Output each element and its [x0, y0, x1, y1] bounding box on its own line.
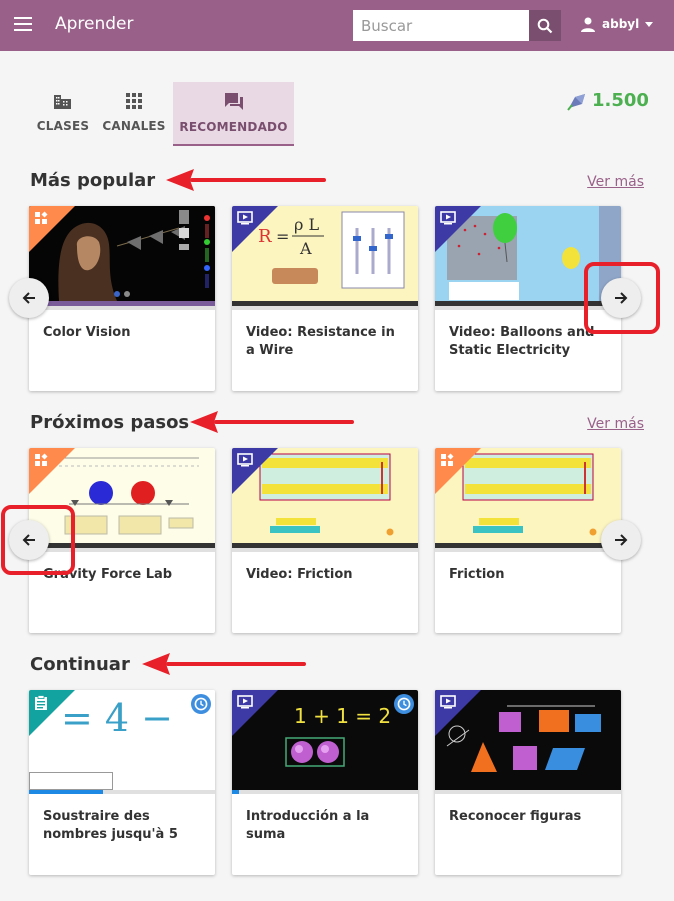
- carousel-next-button[interactable]: [601, 520, 641, 560]
- exercise-icon: [35, 695, 47, 710]
- annotation-highlight: [584, 262, 660, 334]
- card-title: Reconocer figuras: [449, 809, 582, 824]
- channels-icon: [126, 93, 142, 109]
- content-card[interactable]: Color Vision: [29, 206, 215, 391]
- section-title-continue: Continuar: [30, 654, 130, 675]
- answer-box: [29, 772, 113, 790]
- tab-canales-label: CANALES: [102, 119, 166, 133]
- thumbnail-text: = 4 −: [61, 696, 174, 740]
- points-icon: [567, 93, 585, 111]
- app-bar: Aprender abbyl: [0, 0, 674, 51]
- progress-bar: [232, 306, 418, 310]
- progress-bar: [29, 790, 215, 794]
- username: abbyl: [602, 17, 640, 31]
- video-icon: [440, 211, 456, 225]
- tab-clases[interactable]: CLASES: [30, 82, 96, 146]
- content-card[interactable]: Video: Friction: [232, 448, 418, 633]
- clock-icon: [194, 697, 208, 711]
- search-input[interactable]: [353, 10, 529, 41]
- svg-text:ρ L: ρ L: [294, 215, 319, 234]
- carousel-prev-button[interactable]: [9, 278, 49, 318]
- points-display: 1.500: [566, 90, 649, 111]
- svg-text:A: A: [299, 239, 312, 258]
- clock-icon: [397, 697, 411, 711]
- simulation-icon: [441, 453, 454, 466]
- simulation-icon: [35, 211, 48, 224]
- card-title: Introducción a la suma: [246, 809, 370, 842]
- section-title-popular: Más popular: [30, 170, 156, 191]
- user-menu[interactable]: abbyl: [580, 16, 654, 32]
- tab-recomendado-label: RECOMENDADO: [179, 120, 288, 134]
- menu-icon[interactable]: [14, 17, 32, 31]
- card-title: Soustraire des nombres jusqu'à 5: [43, 809, 178, 842]
- in-progress-badge: [394, 694, 414, 714]
- classes-icon: [54, 95, 71, 109]
- annotation-arrow: [142, 653, 306, 675]
- video-icon: [237, 211, 253, 225]
- card-title: Color Vision: [43, 325, 131, 340]
- tab-canales[interactable]: CANALES: [99, 82, 169, 146]
- simulation-icon: [35, 453, 48, 466]
- video-icon: [237, 695, 253, 709]
- video-icon: [237, 453, 253, 467]
- person-icon: [581, 17, 595, 32]
- content-card[interactable]: Friction: [435, 448, 621, 633]
- chevron-down-icon: [645, 21, 654, 27]
- search-icon: [537, 18, 553, 33]
- in-progress-badge: [191, 694, 211, 714]
- see-more-link-popular[interactable]: Ver más: [587, 174, 644, 190]
- content-card[interactable]: = 4 − Soustraire des nombres jusqu'à 5: [29, 690, 215, 875]
- search-button[interactable]: [529, 10, 561, 41]
- svg-text:=: =: [276, 227, 289, 246]
- progress-bar: [29, 306, 215, 310]
- arrow-right-icon: [615, 534, 628, 546]
- annotation-highlight: [1, 505, 75, 575]
- tab-recomendado[interactable]: RECOMENDADO: [173, 82, 294, 146]
- card-title: Video: Friction: [246, 567, 353, 582]
- recommended-icon: [224, 93, 243, 110]
- annotation-arrow: [166, 169, 326, 191]
- app-title: Aprender: [55, 14, 134, 34]
- video-icon: [440, 695, 456, 709]
- content-card[interactable]: R = ρ L A Video: Resistance in a Wire: [232, 206, 418, 391]
- tab-clases-label: CLASES: [36, 119, 90, 133]
- points-value: 1.500: [592, 90, 649, 111]
- see-more-link-next-steps[interactable]: Ver más: [587, 416, 644, 432]
- card-title: Video: Resistance in a Wire: [246, 325, 395, 358]
- arrow-left-icon: [22, 292, 35, 304]
- progress-bar: [232, 548, 418, 552]
- progress-bar: [232, 790, 418, 794]
- progress-bar: [435, 548, 621, 552]
- content-card[interactable]: Reconocer figuras: [435, 690, 621, 875]
- section-title-next-steps: Próximos pasos: [30, 412, 190, 433]
- content-card[interactable]: 1 + 1 = 2 Introducción a la suma: [232, 690, 418, 875]
- card-title: Friction: [449, 567, 505, 582]
- progress-bar: [435, 790, 621, 794]
- annotation-arrow: [190, 411, 354, 433]
